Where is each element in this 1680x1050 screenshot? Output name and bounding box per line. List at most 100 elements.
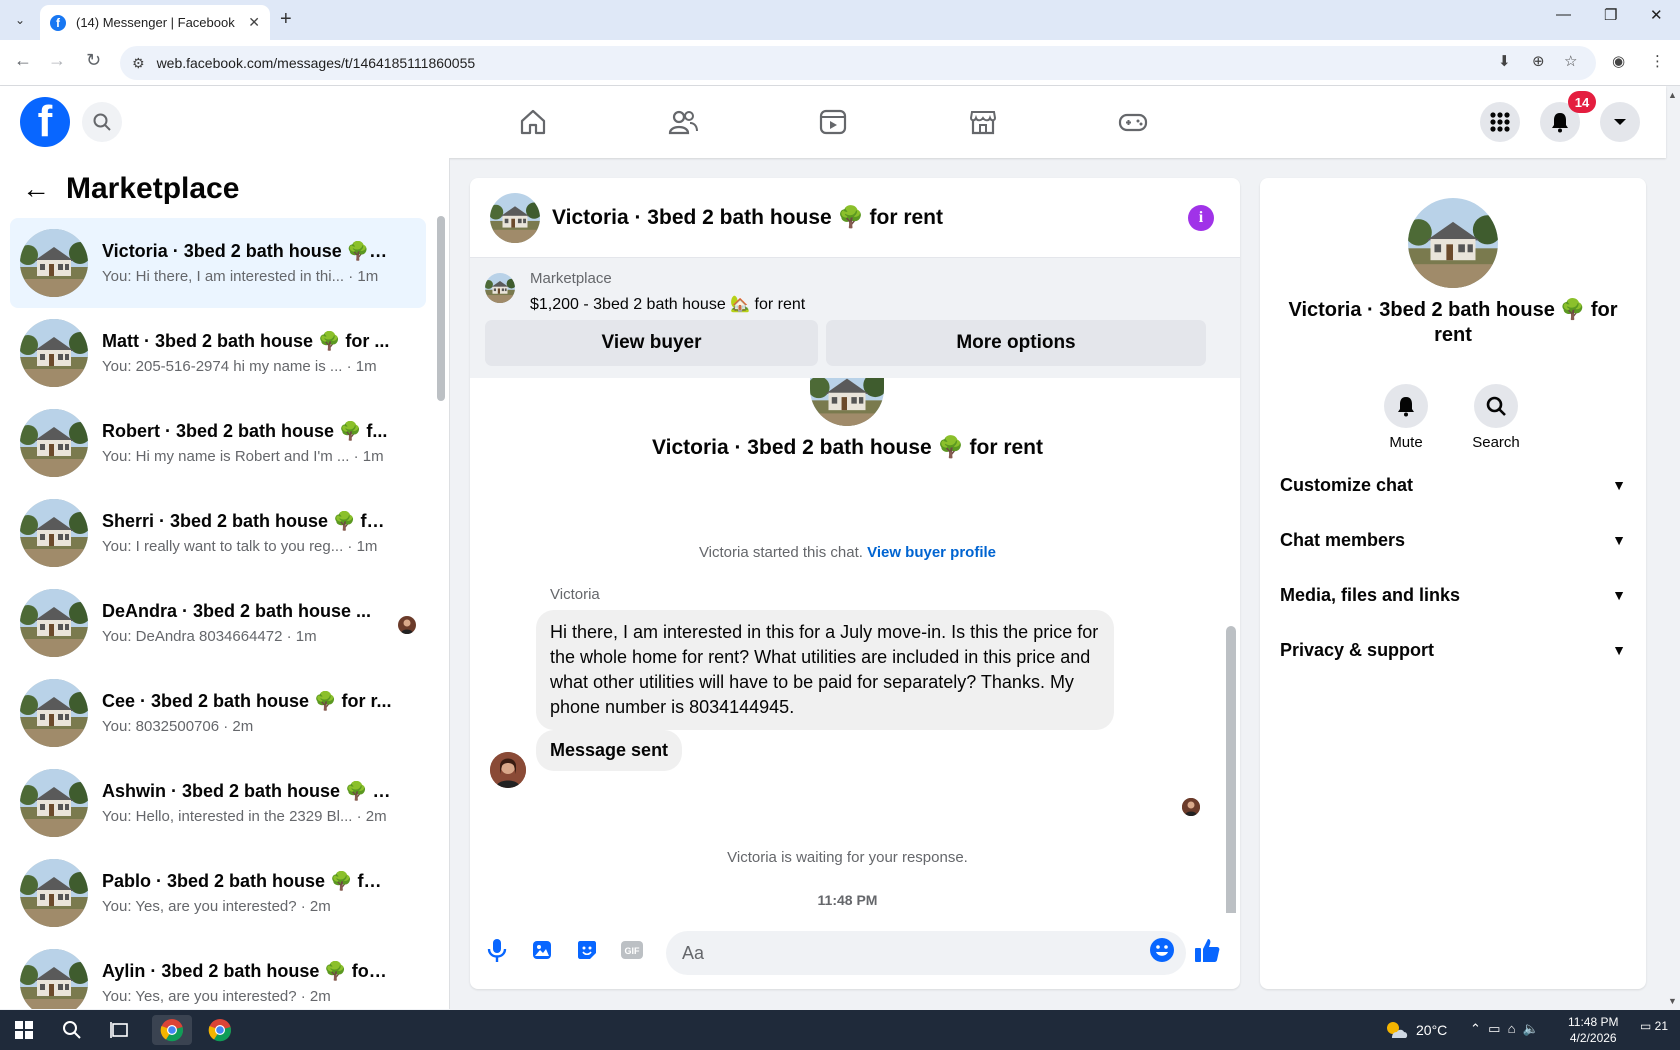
home-icon[interactable] xyxy=(478,100,588,144)
conversation-item[interactable]: Aylin · 3bed 2 bath house 🌳 for ... You: … xyxy=(10,938,426,1009)
restore-icon[interactable]: ❐ xyxy=(1604,6,1617,24)
message-input[interactable] xyxy=(666,931,1186,975)
conversation-item[interactable]: Cee · 3bed 2 bath house 🌳 for r... You: 8… xyxy=(10,668,426,758)
gaming-icon[interactable] xyxy=(1078,100,1188,144)
thread-scrollbar[interactable] xyxy=(1226,626,1236,913)
back-arrow-icon[interactable]: ← xyxy=(22,173,50,205)
install-app-icon[interactable]: ⬇ xyxy=(1498,52,1511,70)
info-icon[interactable]: i xyxy=(1188,205,1214,231)
more-options-button[interactable]: More options xyxy=(826,320,1206,366)
windows-start-icon[interactable] xyxy=(4,1015,44,1045)
info-avatar[interactable] xyxy=(1408,198,1498,288)
conversation-item[interactable]: Matt · 3bed 2 bath house 🌳 for ... You: 2… xyxy=(10,308,426,398)
chat-avatar[interactable] xyxy=(490,192,540,243)
view-buyer-button[interactable]: View buyer xyxy=(485,320,818,366)
section-label: Media, files and links xyxy=(1280,584,1461,605)
tab-search-dropdown-icon[interactable]: ⌄ xyxy=(8,8,32,32)
chat-info-panel: Victoria · 3bed 2 bath house 🌳 for rent … xyxy=(1260,178,1646,989)
back-icon[interactable]: ← xyxy=(14,50,32,71)
conversation-item[interactable]: Pablo · 3bed 2 bath house 🌳 for... You: Y… xyxy=(10,848,426,938)
search-icon[interactable] xyxy=(1474,384,1518,428)
customize-chat-section[interactable]: Customize chat ▼ xyxy=(1280,465,1626,505)
conversation-list-scrollbar[interactable] xyxy=(437,216,445,401)
conversation-avatar xyxy=(20,409,88,477)
incoming-message[interactable]: Hi there, I am interested in this for a … xyxy=(536,610,1114,730)
started-text: Victoria started this chat. xyxy=(698,544,863,561)
chrome-profile-taskbar-icon[interactable] xyxy=(200,1015,240,1045)
friends-icon[interactable] xyxy=(628,100,738,144)
browser-menu-icon[interactable]: ⋮ xyxy=(1650,52,1665,70)
chat-title[interactable]: Victoria · 3bed 2 bath house 🌳 for rent xyxy=(552,206,943,230)
section-label: Privacy & support xyxy=(1280,639,1435,660)
taskbar-clock[interactable]: 11:48 PM 4/2/2026 xyxy=(1568,1014,1618,1046)
section-label: Chat members xyxy=(1280,529,1406,550)
forward-icon[interactable]: → xyxy=(48,50,66,71)
conversation-name: Aylin · 3bed 2 bath house 🌳 for ... xyxy=(102,961,392,981)
chevron-down-icon: ▼ xyxy=(1612,477,1626,493)
conversation-name: Robert · 3bed 2 bath house 🌳 f... xyxy=(102,421,388,441)
system-tray-icons[interactable]: ⌃ ▭ ⌂ 🔈 xyxy=(1470,1021,1539,1037)
facebook-logo[interactable]: f xyxy=(20,97,70,147)
photo-icon[interactable] xyxy=(527,935,557,965)
marketplace-banner: Marketplace $1,200 - 3bed 2 bath house 🏡… xyxy=(470,258,1240,378)
gif-icon[interactable]: GIF xyxy=(617,935,647,965)
mute-button[interactable]: Mute xyxy=(1366,384,1446,451)
conversation-preview: You: 8032500706 · 2m xyxy=(102,718,254,735)
message-sent-bubble[interactable]: Message sent xyxy=(536,730,683,771)
microphone-icon[interactable] xyxy=(482,935,512,965)
media-files-links-section[interactable]: Media, files and links ▼ xyxy=(1280,575,1626,615)
conversation-list-pane: ← Marketplace Victoria · 3bed 2 bath hou… xyxy=(0,158,450,1009)
notification-center-icon[interactable]: ▭ 21 xyxy=(1640,1019,1668,1033)
seen-receipt-avatar xyxy=(1182,798,1200,816)
search-in-chat-button[interactable]: Search xyxy=(1456,384,1536,451)
emoji-icon[interactable] xyxy=(1147,935,1177,965)
weather-widget[interactable]: 20°C xyxy=(1384,1020,1447,1040)
notification-count-badge: 14 xyxy=(1568,91,1596,113)
menu-grid-icon[interactable] xyxy=(1480,102,1520,142)
taskbar-search-icon[interactable] xyxy=(52,1015,92,1045)
minimize-icon[interactable]: — xyxy=(1556,6,1571,23)
conversation-text: Pablo · 3bed 2 bath house 🌳 for... You: Y… xyxy=(102,871,392,915)
conversation-item[interactable]: Ashwin · 3bed 2 bath house 🌳 f... You: He… xyxy=(10,758,426,848)
conversation-text: Victoria · 3bed 2 bath house 🌳 f... You: … xyxy=(102,241,392,285)
sticker-icon[interactable] xyxy=(572,935,602,965)
sender-avatar[interactable] xyxy=(490,752,526,788)
search-icon[interactable] xyxy=(82,102,122,142)
bookmark-star-icon[interactable]: ☆ xyxy=(1564,52,1577,70)
video-icon[interactable] xyxy=(778,100,888,144)
listing-thumbnail[interactable] xyxy=(485,273,515,303)
conversation-item[interactable]: Victoria · 3bed 2 bath house 🌳 f... You: … xyxy=(10,218,426,308)
marketplace-icon[interactable] xyxy=(928,100,1038,144)
conversation-preview: You: 205-516-2974 hi my name is ... · 1m xyxy=(102,358,377,375)
listing-title[interactable]: $1,200 - 3bed 2 bath house 🏡 for rent xyxy=(530,294,805,314)
conversation-item[interactable]: Robert · 3bed 2 bath house 🌳 f... You: Hi… xyxy=(10,398,426,488)
privacy-support-section[interactable]: Privacy & support ▼ xyxy=(1280,630,1626,670)
close-window-icon[interactable]: ✕ xyxy=(1650,6,1663,24)
reload-icon[interactable]: ↻ xyxy=(86,50,101,71)
task-view-icon[interactable] xyxy=(100,1015,140,1045)
mute-bell-icon[interactable] xyxy=(1384,384,1428,428)
chrome-taskbar-icon[interactable] xyxy=(152,1015,192,1045)
site-info-icon[interactable]: ⚙ xyxy=(132,55,145,72)
browser-tab[interactable]: f (14) Messenger | Facebook ✕ xyxy=(40,5,270,40)
conversation-item[interactable]: DeAndra · 3bed 2 bath house ... You: DeAn… xyxy=(10,578,426,668)
conversation-name: DeAndra · 3bed 2 bath house ... xyxy=(102,601,372,621)
temperature: 20°C xyxy=(1416,1022,1448,1038)
chat-members-section[interactable]: Chat members ▼ xyxy=(1280,520,1626,560)
clock-date: 4/2/2026 xyxy=(1569,1031,1617,1045)
thread-title: Victoria · 3bed 2 bath house 🌳 for rent xyxy=(652,436,1043,459)
page-scroll-up-icon[interactable]: ▲ xyxy=(1668,90,1677,100)
conversation-item[interactable]: Sherri · 3bed 2 bath house 🌳 fo... You: I… xyxy=(10,488,426,578)
profile-icon[interactable]: ◉ xyxy=(1612,52,1625,70)
like-thumbs-up-icon[interactable] xyxy=(1192,935,1222,965)
new-tab-icon[interactable]: + xyxy=(280,8,292,31)
conversation-preview: You: Hi my name is Robert and I'm ... · … xyxy=(102,448,384,465)
close-tab-icon[interactable]: ✕ xyxy=(248,14,260,31)
view-buyer-profile-link[interactable]: View buyer profile xyxy=(867,544,996,561)
account-chevron-icon[interactable] xyxy=(1600,102,1640,142)
zoom-icon[interactable]: ⊕ xyxy=(1532,52,1545,70)
chevron-down-icon: ▼ xyxy=(1612,587,1626,603)
clock-time: 11:48 PM xyxy=(1568,1015,1619,1029)
page-scroll-down-icon[interactable]: ▼ xyxy=(1668,996,1677,1006)
url-bar[interactable]: ⚙ web.facebook.com/messages/t/1464185111… xyxy=(120,46,1596,80)
